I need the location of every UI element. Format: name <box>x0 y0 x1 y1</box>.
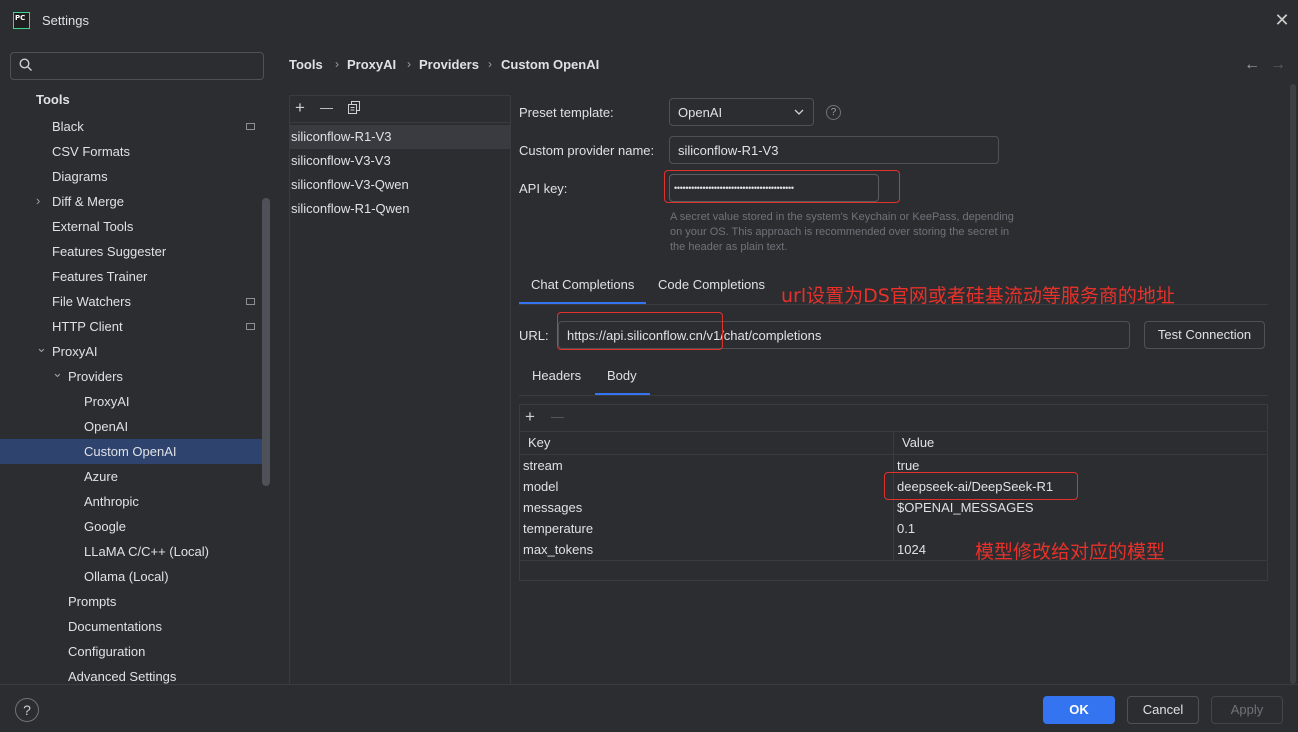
table-cell-key[interactable]: temperature <box>523 518 593 539</box>
sidebar-section-tools[interactable]: Tools <box>36 87 70 112</box>
table-cell-value[interactable]: 1024 <box>897 539 926 560</box>
sidebar-item[interactable]: Features Suggester <box>52 239 166 264</box>
api-key-hint-line: on your OS. This approach is recommended… <box>670 226 1010 238</box>
breadcrumb-providers[interactable]: Providers <box>419 57 479 72</box>
table-cell-key[interactable]: model <box>523 476 558 497</box>
annotation-box-model <box>884 472 1078 500</box>
annotation-model-note: 模型修改给对应的模型 <box>975 541 1166 563</box>
provider-item[interactable]: siliconflow-V3-Qwen <box>291 173 409 197</box>
table-cell-key[interactable]: messages <box>523 497 582 518</box>
preset-template-select[interactable]: OpenAI <box>669 98 814 126</box>
breadcrumb-separator-icon: › <box>335 57 339 71</box>
tab-body[interactable]: Body <box>607 368 637 383</box>
sidebar-item[interactable]: LLaMA C/C++ (Local) <box>84 539 209 564</box>
sidebar-item[interactable]: Providers <box>68 364 123 389</box>
help-icon[interactable]: ? <box>826 105 841 120</box>
sidebar-item[interactable]: Azure <box>84 464 118 489</box>
annotation-box-api-key <box>664 170 900 203</box>
sidebar-item[interactable]: ProxyAI <box>84 389 130 414</box>
help-button[interactable]: ? <box>15 698 39 722</box>
sidebar-item[interactable]: Prompts <box>68 589 116 614</box>
breadcrumb-separator-icon: › <box>407 57 411 71</box>
copy-provider-icon[interactable] <box>348 101 361 114</box>
provider-item[interactable]: siliconflow-R1-Qwen <box>291 197 409 221</box>
column-header-key[interactable]: Key <box>528 432 550 454</box>
sidebar-item[interactable]: Google <box>84 514 126 539</box>
sidebar-item[interactable]: HTTP Client <box>52 314 123 339</box>
column-header-value[interactable]: Value <box>902 432 934 454</box>
provider-item[interactable]: siliconflow-R1-V3 <box>291 125 391 149</box>
sidebar-item[interactable]: Features Trainer <box>52 264 147 289</box>
sidebar-item[interactable]: Diff & Merge <box>52 189 124 214</box>
sidebar-item[interactable]: Documentations <box>68 614 162 639</box>
chevron-right-icon[interactable]: › <box>36 193 40 208</box>
forward-arrow-icon[interactable]: → <box>1270 56 1286 74</box>
sidebar-item[interactable]: Diagrams <box>52 164 108 189</box>
breadcrumb-proxyai[interactable]: ProxyAI <box>347 57 396 72</box>
provider-name-input[interactable]: siliconflow-R1-V3 <box>669 136 999 164</box>
sidebar-item[interactable]: Custom OpenAI <box>84 439 177 464</box>
sidebar-item[interactable]: File Watchers <box>52 289 131 314</box>
sidebar-item[interactable]: Black <box>52 114 84 139</box>
sidebar-scrollbar[interactable] <box>262 198 270 486</box>
add-provider-icon[interactable]: + <box>295 99 305 116</box>
remove-provider-icon[interactable]: — <box>320 99 333 116</box>
window-title: Settings <box>42 13 89 28</box>
subtab-divider <box>519 395 1268 396</box>
sidebar-item[interactable]: ProxyAI <box>52 339 98 364</box>
provider-name-label: Custom provider name: <box>519 143 655 158</box>
table-cell-key[interactable]: max_tokens <box>523 539 593 560</box>
close-icon[interactable]: ✕ <box>1272 9 1292 31</box>
pycharm-app-icon: PC <box>13 12 30 29</box>
sidebar-item[interactable]: Configuration <box>68 639 145 664</box>
annotation-box-url <box>557 312 723 350</box>
title-bar <box>0 0 1298 42</box>
sidebar-item[interactable]: Ollama (Local) <box>84 564 169 589</box>
tab-chat-completions[interactable]: Chat Completions <box>531 277 634 292</box>
url-label: URL: <box>519 328 549 343</box>
back-arrow-icon[interactable]: ← <box>1244 56 1260 74</box>
preset-template-value: OpenAI <box>678 104 723 120</box>
search-icon <box>19 58 32 71</box>
breadcrumb-separator-icon: › <box>488 57 492 71</box>
breadcrumb-custom-openai: Custom OpenAI <box>501 57 600 72</box>
api-key-hint-line: the header as plain text. <box>670 241 788 253</box>
chevron-down-icon <box>794 109 804 115</box>
remove-row-icon[interactable]: — <box>551 408 564 425</box>
test-connection-button[interactable]: Test Connection <box>1144 321 1265 349</box>
cancel-button[interactable]: Cancel <box>1127 696 1199 724</box>
apply-button[interactable]: Apply <box>1211 696 1283 724</box>
provider-item[interactable]: siliconflow-V3-V3 <box>291 149 391 173</box>
add-row-icon[interactable]: + <box>525 408 535 425</box>
breadcrumb-tools[interactable]: Tools <box>289 57 323 72</box>
sidebar-item[interactable]: CSV Formats <box>52 139 130 164</box>
table-cell-key[interactable]: stream <box>523 455 563 476</box>
table-cell-value[interactable]: $OPENAI_MESSAGES <box>897 497 1034 518</box>
settings-search-input[interactable] <box>10 52 264 80</box>
api-key-hint-line: A secret value stored in the system's Ke… <box>670 211 1014 223</box>
preset-template-label: Preset template: <box>519 105 614 120</box>
project-level-icon <box>246 298 255 305</box>
tab-headers[interactable]: Headers <box>532 368 581 383</box>
table-cell-value[interactable]: 0.1 <box>897 518 915 539</box>
sidebar-item[interactable]: External Tools <box>52 214 133 239</box>
sidebar-item[interactable]: OpenAI <box>84 414 128 439</box>
main-scrollbar[interactable] <box>1290 84 1296 684</box>
project-level-icon <box>246 323 255 330</box>
api-key-label: API key: <box>519 181 568 196</box>
ok-button[interactable]: OK <box>1043 696 1115 724</box>
annotation-url-note: url设置为DS官网或者硅基流动等服务商的地址 <box>781 285 1175 307</box>
project-level-icon <box>246 123 255 130</box>
chevron-down-icon[interactable]: ⌄ <box>52 365 63 381</box>
tab-code-completions[interactable]: Code Completions <box>658 277 765 292</box>
sidebar-item[interactable]: Anthropic <box>84 489 139 514</box>
chevron-down-icon[interactable]: ⌄ <box>36 340 47 356</box>
